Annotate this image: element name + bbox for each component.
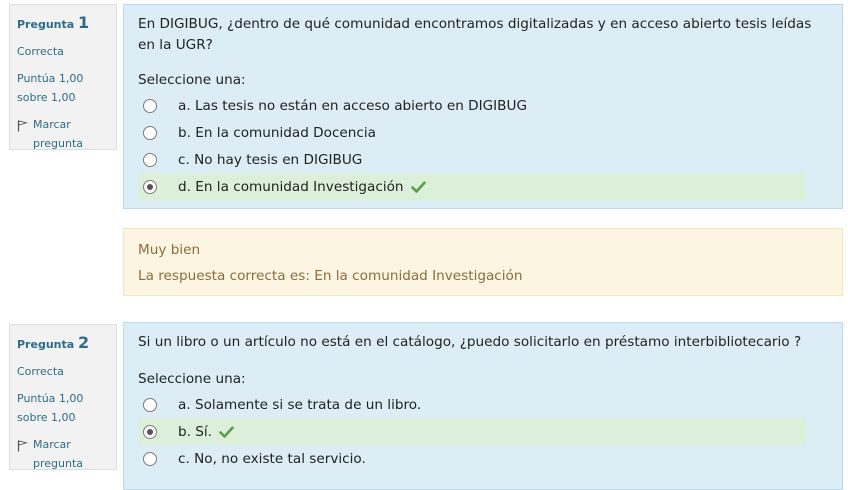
question-label: Pregunta (17, 338, 75, 351)
radio-button-selected[interactable] (143, 424, 157, 439)
feedback-box: Muy bien La respuesta correcta es: En la… (123, 228, 843, 296)
question-1-content: En DIGIBUG, ¿dentro de qué comunidad enc… (123, 4, 843, 209)
answer-label: a. Las tesis no están en acceso abierto … (178, 97, 527, 114)
radio-button[interactable] (143, 125, 157, 140)
right-answer-feedback: La respuesta correcta es: En la comunida… (138, 268, 523, 284)
flag-question-link[interactable]: Marcar pregunta (17, 435, 109, 473)
score-line-2: sobre 1,00 (17, 91, 76, 104)
question-number: Pregunta 1 (17, 13, 109, 32)
answer-label: d. En la comunidad Investigación (178, 178, 404, 195)
question-status: Correcta (17, 45, 64, 58)
answer-option[interactable]: c. No hay tesis en DIGIBUG (138, 146, 806, 173)
radio-button[interactable] (143, 98, 157, 113)
question-label: Pregunta (17, 18, 75, 31)
radio-button[interactable] (143, 152, 157, 167)
answer-label: a. Solamente si se trata de un libro. (178, 396, 422, 413)
answer-list: a. Las tesis no están en acceso abierto … (138, 92, 828, 200)
answer-prompt: Seleccione una: (138, 72, 246, 88)
question-2-info: Pregunta 2 Correcta Puntúa 1,00 sobre 1,… (9, 324, 117, 470)
question-text: En DIGIBUG, ¿dentro de qué comunidad enc… (138, 16, 812, 53)
radio-button[interactable] (143, 451, 157, 466)
answer-option-correct[interactable]: d. En la comunidad Investigación (138, 173, 806, 200)
question-number-value: 1 (78, 13, 90, 32)
question-number-value: 2 (78, 333, 90, 352)
answer-option[interactable]: b. En la comunidad Docencia (138, 119, 806, 146)
flag-icon (17, 440, 28, 452)
checkmark-icon (410, 181, 426, 193)
checkmark-icon (219, 426, 234, 438)
question-2-content: Si un libro o un artículo no está en el … (123, 322, 843, 490)
answer-list: a. Solamente si se trata de un libro. b.… (138, 391, 828, 472)
flag-label-line-1: Marcar (33, 438, 71, 451)
flag-label-line-2: pregunta (33, 457, 84, 470)
answer-option[interactable]: a. Las tesis no están en acceso abierto … (138, 92, 806, 119)
answer-option-correct[interactable]: b. Sí. (138, 418, 806, 445)
flag-label-line-1: Marcar (33, 118, 71, 131)
question-score: Puntúa 1,00 sobre 1,00 (17, 389, 109, 427)
question-number: Pregunta 2 (17, 333, 109, 352)
question-1-info: Pregunta 1 Correcta Puntúa 1,00 sobre 1,… (9, 4, 117, 150)
flag-icon (17, 120, 28, 132)
answer-label: c. No hay tesis en DIGIBUG (178, 151, 363, 168)
answer-label: b. En la comunidad Docencia (178, 124, 376, 141)
answer-option[interactable]: c. No, no existe tal servicio. (138, 445, 806, 472)
question-status: Correcta (17, 365, 64, 378)
answer-label: b. Sí. (178, 423, 212, 440)
flag-question-link[interactable]: Marcar pregunta (17, 115, 109, 153)
question-text: Si un libro o un artículo no está en el … (138, 334, 802, 350)
answer-label: c. No, no existe tal servicio. (178, 450, 366, 467)
radio-button[interactable] (143, 397, 157, 412)
answer-prompt: Seleccione una: (138, 371, 246, 387)
score-line-2: sobre 1,00 (17, 411, 76, 424)
score-line-1: Puntúa 1,00 (17, 392, 84, 405)
answer-option[interactable]: a. Solamente si se trata de un libro. (138, 391, 806, 418)
flag-label-line-2: pregunta (33, 137, 84, 150)
question-score: Puntúa 1,00 sobre 1,00 (17, 69, 109, 107)
radio-button-selected[interactable] (143, 179, 157, 194)
score-line-1: Puntúa 1,00 (17, 72, 84, 85)
general-feedback: Muy bien (138, 242, 201, 258)
